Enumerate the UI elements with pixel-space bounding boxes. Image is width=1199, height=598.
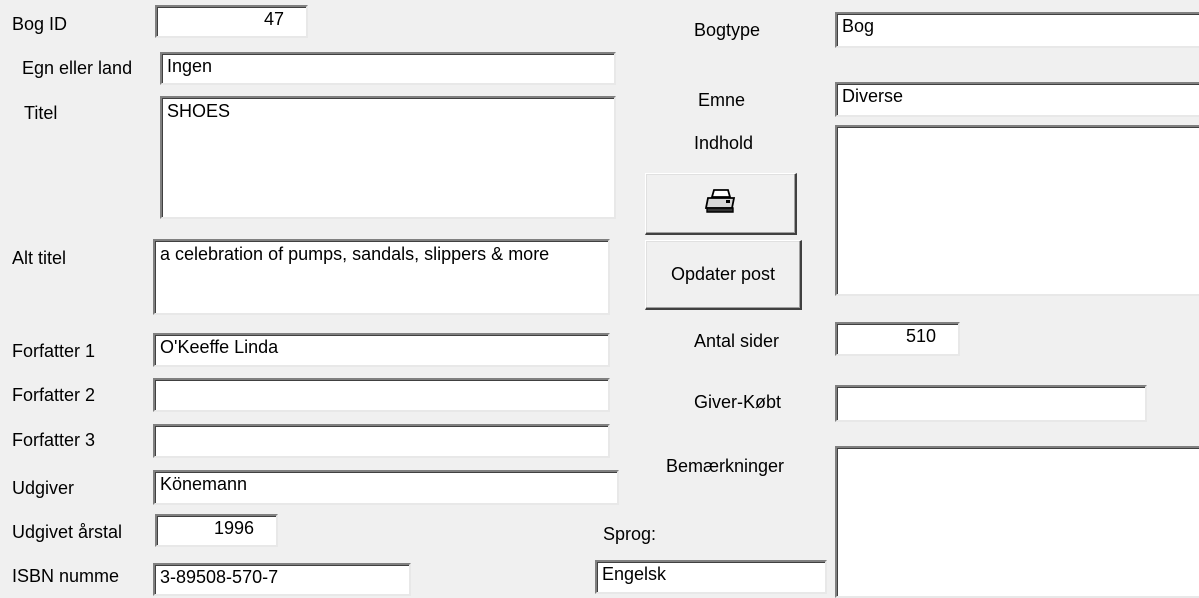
- alt-titel-field[interactable]: a celebration of pumps, sandals, slipper…: [153, 239, 610, 315]
- label-sprog: Sprog:: [603, 524, 657, 544]
- label-forfatter-3: Forfatter 3: [12, 430, 96, 450]
- antal-sider-field[interactable]: 510: [835, 322, 960, 356]
- forfatter-2-field[interactable]: [153, 378, 610, 412]
- print-button[interactable]: [645, 173, 797, 235]
- label-udgivet-aarstal: Udgivet årstal: [12, 522, 123, 542]
- opdater-post-label: Opdater post: [670, 264, 776, 284]
- label-emne: Emne: [698, 90, 746, 110]
- label-bemaerkninger: Bemærkninger: [666, 456, 785, 476]
- printer-icon: [704, 188, 738, 219]
- label-titel: Titel: [24, 103, 58, 123]
- label-udgiver: Udgiver: [12, 478, 75, 498]
- label-giver-koebt: Giver-Købt: [694, 392, 782, 412]
- forfatter-3-field[interactable]: [153, 424, 610, 458]
- udgivet-aarstal-field[interactable]: 1996: [155, 514, 278, 547]
- label-forfatter-2: Forfatter 2: [12, 385, 96, 405]
- opdater-post-button[interactable]: Opdater post: [645, 240, 802, 310]
- label-indhold: Indhold: [694, 133, 754, 153]
- bogtype-field[interactable]: Bog: [835, 12, 1199, 48]
- sprog-field[interactable]: Engelsk: [595, 560, 827, 594]
- emne-field[interactable]: Diverse: [835, 82, 1199, 117]
- titel-field[interactable]: SHOES: [160, 96, 616, 219]
- label-isbn: ISBN numme: [12, 566, 120, 586]
- label-bogtype: Bogtype: [694, 20, 761, 40]
- bog-id-field[interactable]: 47: [155, 5, 308, 38]
- giver-koebt-field[interactable]: [835, 385, 1147, 422]
- indhold-field[interactable]: [835, 125, 1199, 296]
- label-forfatter-1: Forfatter 1: [12, 341, 96, 361]
- isbn-field[interactable]: 3-89508-570-7: [153, 563, 411, 596]
- label-bog-id: Bog ID: [12, 14, 68, 34]
- bemaerkninger-field[interactable]: [835, 446, 1199, 598]
- label-alt-titel: Alt titel: [12, 248, 67, 268]
- udgiver-field[interactable]: Könemann: [153, 470, 619, 505]
- label-egn-eller-land: Egn eller land: [22, 58, 133, 78]
- forfatter-1-field[interactable]: O'Keeffe Linda: [153, 333, 610, 367]
- label-antal-sider: Antal sider: [694, 331, 780, 351]
- egn-eller-land-field[interactable]: Ingen: [160, 52, 616, 85]
